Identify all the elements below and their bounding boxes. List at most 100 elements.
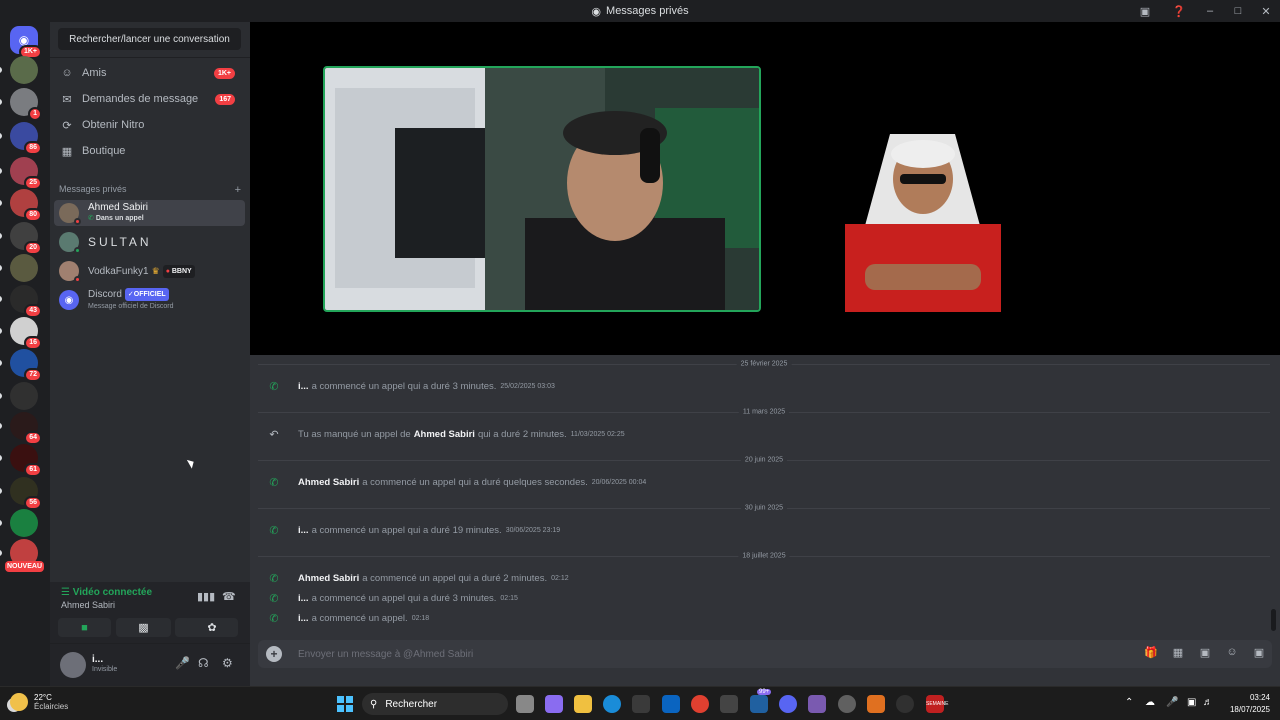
dm-item-sultan[interactable]: SULTAN	[54, 229, 245, 255]
disconnect-icon[interactable]: ☎	[222, 590, 236, 603]
date-divider: 25 février 2025	[258, 360, 1270, 368]
server-rail: ◉ 1K+ 1 86 25 80 20 43 16 72 64 61 56 NOUVEAU	[0, 22, 50, 686]
message-input[interactable]: Envoyer un message à @Ahmed Sabiri	[298, 649, 473, 660]
app-icon[interactable]	[867, 695, 885, 713]
server-icon[interactable]: 25	[0, 157, 42, 190]
clock[interactable]: 03:24 18/07/2025	[1230, 692, 1270, 716]
server-icon[interactable]: 80	[0, 189, 42, 222]
copilot-icon[interactable]	[545, 695, 563, 713]
discord-taskbar-icon[interactable]	[779, 695, 797, 713]
call-history: 25 février 2025 ✆ i... a commencé un app…	[250, 357, 1280, 637]
store-icon[interactable]	[632, 695, 650, 713]
sticker-icon[interactable]: ▣	[1198, 646, 1212, 659]
phone-icon: ✆	[269, 476, 279, 489]
video-tile-main[interactable]	[323, 66, 761, 312]
dm-item-discord[interactable]: ◉ Discord ✓OFFICIEL Message officiel de …	[54, 287, 245, 313]
status-dot	[74, 247, 81, 254]
server-icon[interactable]: 61	[0, 444, 42, 477]
taskbar-search[interactable]: ⚲ Rechercher	[362, 693, 508, 715]
unread-indicator	[0, 520, 2, 526]
minimize-button[interactable]: –	[1196, 5, 1224, 17]
server-icon[interactable]: 86	[0, 122, 42, 155]
gift-icon[interactable]: 🎁	[1144, 646, 1158, 659]
server-icon[interactable]: 20	[0, 222, 42, 255]
microphone-icon[interactable]: 🎤	[175, 656, 190, 670]
noise-suppression-icon[interactable]: ▮▮▮	[197, 590, 215, 603]
avatar[interactable]	[60, 652, 86, 678]
apps-icon[interactable]: ▣	[1252, 646, 1266, 659]
nav-friends[interactable]: ☺ Amis 1K+	[54, 60, 245, 86]
search-icon: ⚲	[370, 698, 378, 710]
app-icon[interactable]: 99+	[750, 689, 772, 713]
add-attachment-button[interactable]: +	[266, 646, 282, 662]
server-badge: 20	[24, 241, 42, 255]
display-icon[interactable]: ▣	[1187, 697, 1196, 708]
scrollbar[interactable]	[1271, 609, 1276, 631]
chevron-up-icon[interactable]: ⌃	[1125, 697, 1133, 708]
server-icon[interactable]: 43	[0, 285, 42, 318]
start-button[interactable]	[337, 696, 353, 712]
mail-icon[interactable]	[720, 695, 738, 713]
date-divider: 30 juin 2025	[258, 504, 1270, 512]
gif-icon[interactable]: ▦	[1171, 646, 1185, 659]
soundboard-button[interactable]: ✿	[186, 618, 238, 637]
file-explorer-icon[interactable]	[574, 695, 592, 713]
nav-nitro[interactable]: ⟳ Obtenir Nitro	[54, 112, 245, 138]
outlook-icon[interactable]	[662, 695, 680, 713]
dm-item-vodkafunky1[interactable]: VodkaFunky1 ♛ ● BBNY	[54, 258, 245, 284]
chrome-icon[interactable]	[691, 695, 709, 713]
status-dot	[74, 218, 81, 225]
unread-indicator	[0, 133, 2, 139]
nav-shop[interactable]: ▦ Boutique	[54, 138, 245, 164]
server-icon[interactable]: 1	[0, 88, 42, 121]
call-message: ↶ Tu as manqué un appel de Ahmed Sabiri …	[250, 425, 1270, 443]
maximize-button[interactable]: □	[1224, 5, 1252, 17]
game-icon[interactable]	[808, 695, 826, 713]
search-conversation-button[interactable]: Rechercher/lancer une conversation	[58, 28, 241, 50]
tray-icon[interactable]: ☁	[1145, 697, 1155, 708]
unread-indicator	[0, 168, 2, 174]
call-message: ✆ Ahmed Sabiri a commencé un appel qui a…	[250, 569, 1270, 587]
add-dm-button[interactable]: +	[235, 184, 241, 196]
server-icon[interactable]: 72	[0, 349, 42, 382]
close-button[interactable]: ✕	[1252, 5, 1280, 18]
dm-item-ahmed-sabiri[interactable]: Ahmed Sabiri ✆ Dans un appel	[54, 200, 245, 226]
help-icon[interactable]: ❓	[1162, 5, 1196, 18]
volume-icon[interactable]: ♬	[1203, 697, 1213, 708]
discord-icon: ◉	[64, 294, 74, 306]
microphone-icon[interactable]: 🎤	[1166, 697, 1178, 708]
server-icon[interactable]: 64	[0, 412, 42, 445]
home-button[interactable]: ◉ 1K+	[10, 26, 42, 59]
server-icon[interactable]: 16	[0, 317, 42, 350]
edge-icon[interactable]	[603, 695, 621, 713]
server-badge: 72	[24, 368, 42, 382]
nav-message-requests[interactable]: ✉ Demandes de message 167	[54, 86, 245, 112]
camera-icon: ■	[81, 621, 88, 634]
headphones-icon[interactable]: ☊	[198, 656, 209, 670]
server-icon[interactable]	[0, 56, 38, 84]
soundboard-icon: ✿	[207, 622, 217, 634]
inbox-icon[interactable]: ▣	[1128, 5, 1162, 18]
taskbar: 22°C Éclaircies ⚲ Rechercher 99+ SEMAINE…	[0, 686, 1280, 720]
screen-share-icon: ▩	[138, 622, 149, 634]
app-icon[interactable]: SEMAINE	[926, 695, 949, 713]
server-icon[interactable]	[0, 382, 38, 410]
app-icon[interactable]	[896, 695, 914, 713]
server-badge: 56	[24, 496, 42, 510]
unread-indicator	[0, 99, 2, 105]
server-icon[interactable]: 56	[0, 477, 42, 510]
title-bar: ◉ Messages privés ▣ ❓ – □ ✕	[0, 0, 1280, 22]
camera-button[interactable]: ■	[58, 618, 111, 637]
video-tile-secondary[interactable]	[845, 124, 1001, 312]
app-icon[interactable]	[838, 695, 856, 713]
screen-share-button[interactable]: ▩	[116, 618, 171, 637]
emoji-icon[interactable]: ☺	[1225, 646, 1239, 659]
server-icon[interactable]	[0, 509, 38, 537]
server-icon[interactable]	[0, 254, 38, 282]
weather-widget[interactable]: 22°C Éclaircies	[10, 693, 68, 711]
task-view-icon[interactable]	[516, 695, 534, 713]
server-badge: 25	[24, 176, 42, 190]
unread-indicator	[0, 550, 2, 556]
settings-icon[interactable]: ⚙	[222, 656, 233, 670]
avatar: ◉	[59, 290, 79, 310]
